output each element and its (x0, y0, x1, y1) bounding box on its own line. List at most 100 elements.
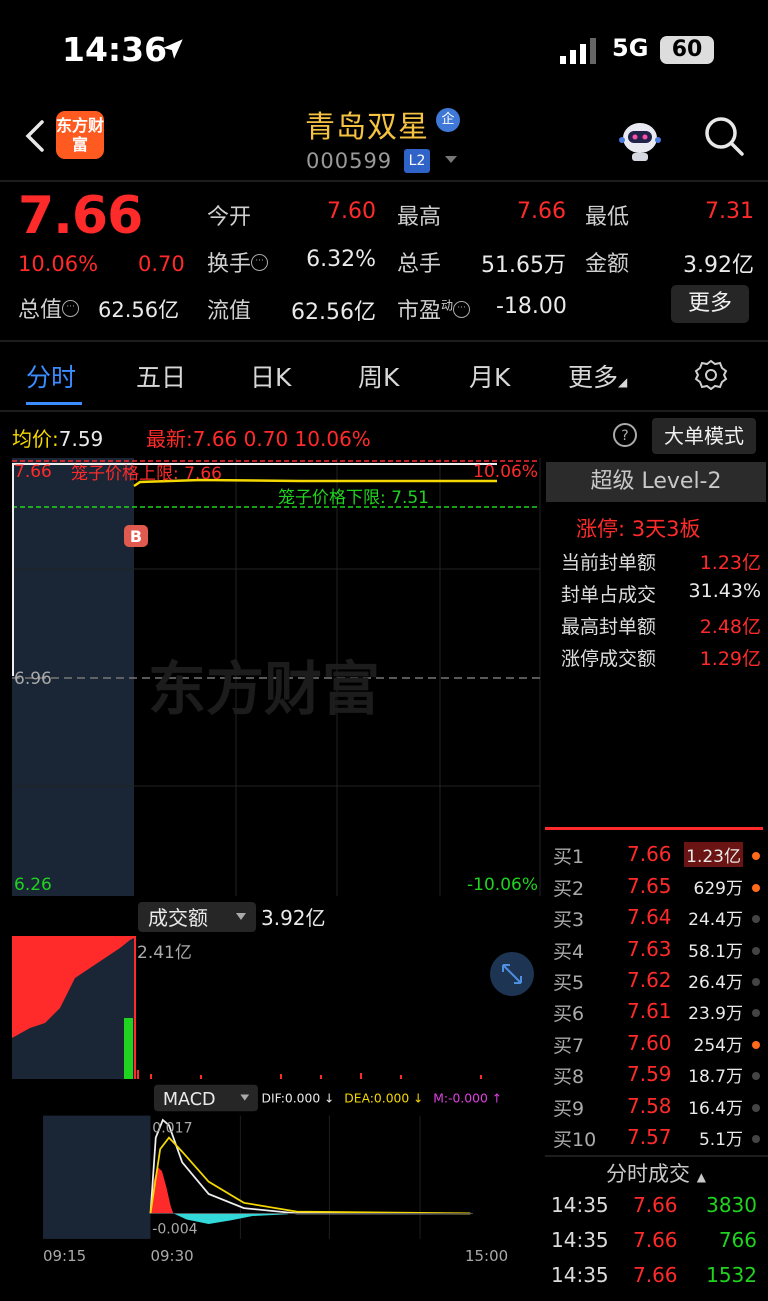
high-label: 最高 (397, 205, 442, 230)
dea-value: DEA:0.000 ↓ (344, 1091, 423, 1105)
total-mktcap-label: 总值 ··· (18, 292, 80, 324)
float-cap-label: 流值 (207, 299, 252, 324)
bid-row[interactable]: 买3 7.64 24.4万 (553, 905, 768, 935)
location-arrow-icon (163, 39, 183, 59)
bid-row[interactable]: 买4 7.63 58.1万 (553, 937, 768, 967)
header-divider (0, 180, 768, 182)
tabs-divider (0, 410, 768, 412)
low-label: 最低 (585, 205, 630, 230)
seal-amount-row: 当前封单额 1.23亿 (561, 552, 761, 574)
code-dropdown-icon[interactable] (445, 156, 457, 163)
max-seal-row: 最高封单额 2.48亿 (561, 616, 761, 638)
trades-divider (545, 1155, 768, 1157)
settings-icon[interactable] (694, 358, 728, 392)
current-price: 7.66 (18, 186, 143, 246)
signal-icon (560, 38, 596, 64)
orderbook-divider (545, 827, 763, 830)
stock-code: 000599 (306, 149, 393, 173)
level2-badge: L2 (404, 149, 430, 173)
bid-row[interactable]: 买5 7.62 26.4万 (553, 968, 768, 998)
search-icon[interactable] (702, 114, 746, 158)
pe-label: 市盈动 ··· (397, 293, 471, 325)
dif-line (149, 1118, 471, 1215)
bid-row[interactable]: 买9 7.58 16.4万 (553, 1094, 768, 1124)
level2-title[interactable]: 超级 Level-2 (546, 462, 766, 502)
tab-active-indicator (26, 402, 82, 405)
turnover-label: 换手 ··· (207, 246, 269, 278)
watermark: 东方财富 (148, 655, 380, 723)
macd-bottom-label: -0.004 (152, 1222, 197, 1238)
time-label-close: 15:00 (465, 1247, 508, 1265)
bid-row[interactable]: 买2 7.65 629万 (553, 874, 768, 904)
intraday-chart[interactable]: 东方财富 7.66 笼子价格上限: 7.66 10.06% 笼子价格下限: 7.… (0, 456, 545, 896)
amount-label: 金额 (585, 252, 630, 277)
high-value: 7.66 (517, 199, 566, 224)
status-time: 14:36 (62, 30, 168, 69)
seal-ratio-row: 封单占成交 31.43% (561, 580, 761, 606)
more-button[interactable]: 更多 (671, 285, 749, 323)
limit-volume-row: 涨停成交额 1.29亿 (561, 648, 761, 670)
info-icon[interactable]: ··· (62, 299, 80, 317)
tab-daily-k[interactable]: 日K (250, 358, 291, 394)
upper-limit-label: 笼子价格上限: 7.66 (71, 464, 222, 484)
robot-assistant-icon[interactable] (615, 114, 665, 164)
latest-price: 最新:7.66 0.70 10.06% (146, 427, 371, 451)
help-icon[interactable]: ? (612, 422, 638, 448)
volume-selector-label: 成交额 (148, 906, 208, 930)
price-change: 0.70 (138, 252, 185, 276)
bid-row[interactable]: 买10 7.57 5.1万 (553, 1125, 768, 1155)
bid-row[interactable]: 买8 7.59 18.7万 (553, 1062, 768, 1092)
bid-row[interactable]: 买6 7.61 23.9万 (553, 999, 768, 1029)
info-icon[interactable]: ··· (453, 300, 471, 318)
pct-change: 10.06% (18, 252, 99, 276)
amount-value: 3.92亿 (683, 253, 754, 278)
dea-line (149, 1136, 471, 1215)
volume-value: 51.65万 (481, 253, 566, 278)
y-label-top: 7.66 (14, 462, 52, 482)
turnover-value: 6.32% (306, 247, 376, 272)
info-icon[interactable]: ··· (251, 253, 269, 271)
open-label: 今开 (207, 205, 252, 230)
quote-divider (0, 340, 768, 342)
network-type: 5G (612, 34, 649, 62)
auction-green-bar (124, 1018, 133, 1079)
tab-five-day[interactable]: 五日 (136, 358, 186, 394)
volume-total: 3.92亿 (261, 906, 326, 930)
pe-value: -18.00 (496, 294, 567, 319)
pct-label-bottom: -10.06% (467, 875, 538, 895)
buy-marker-label: B (130, 527, 142, 546)
bid-row[interactable]: 买7 7.60 254万 (553, 1031, 768, 1061)
y-label-bottom: 6.26 (14, 875, 52, 895)
tab-monthly-k[interactable]: 月K (469, 358, 510, 394)
back-icon[interactable] (16, 116, 56, 156)
macd-selector-label: MACD (163, 1090, 216, 1110)
macd-auction-region (43, 1115, 151, 1239)
stock-name[interactable]: 青岛双星 (305, 102, 429, 146)
tab-intraday[interactable]: 分时 (26, 358, 76, 394)
big-order-mode-button[interactable]: 大单模式 (652, 418, 756, 454)
limit-up-title: 涨停: 3天3板 (576, 517, 701, 541)
trades-title[interactable]: 分时成交 ▲ (546, 1158, 766, 1188)
macd-chart[interactable]: MACD DIF:0.000 ↓ DEA:0.000 ↓ M:-0.000 ↑ … (0, 1083, 545, 1268)
time-label-open: 09:15 (43, 1247, 86, 1265)
macd-top-label: 0.017 (152, 1120, 192, 1136)
volume-bars (137, 1070, 482, 1079)
volume-chart[interactable]: 成交额 3.92亿 2.41亿 (0, 898, 545, 1083)
m-value: M:-0.000 ↑ (433, 1091, 502, 1105)
tab-more[interactable]: 更多◢ (568, 358, 627, 394)
pct-label-top: 10.06% (473, 462, 538, 482)
volume-max-label: 2.41亿 (137, 943, 192, 963)
avg-price: 均价:7.59 (12, 427, 104, 451)
volume-label: 总手 (397, 252, 442, 277)
low-value: 7.31 (705, 199, 754, 224)
tab-weekly-k[interactable]: 周K (358, 358, 399, 394)
float-cap-value: 62.56亿 (291, 300, 376, 325)
pe-superscript: 动 (441, 298, 454, 313)
dif-value: DIF:0.000 ↓ (261, 1091, 334, 1105)
battery-icon: 60 (660, 36, 714, 64)
app-logo: 东方财富 (56, 111, 104, 159)
bid-row[interactable]: 买1 7.66 1.23亿 (553, 842, 768, 872)
y-label-mid: 6.96 (14, 669, 52, 689)
total-mktcap-value: 62.56亿 (98, 298, 180, 322)
svg-text:?: ? (621, 428, 628, 444)
